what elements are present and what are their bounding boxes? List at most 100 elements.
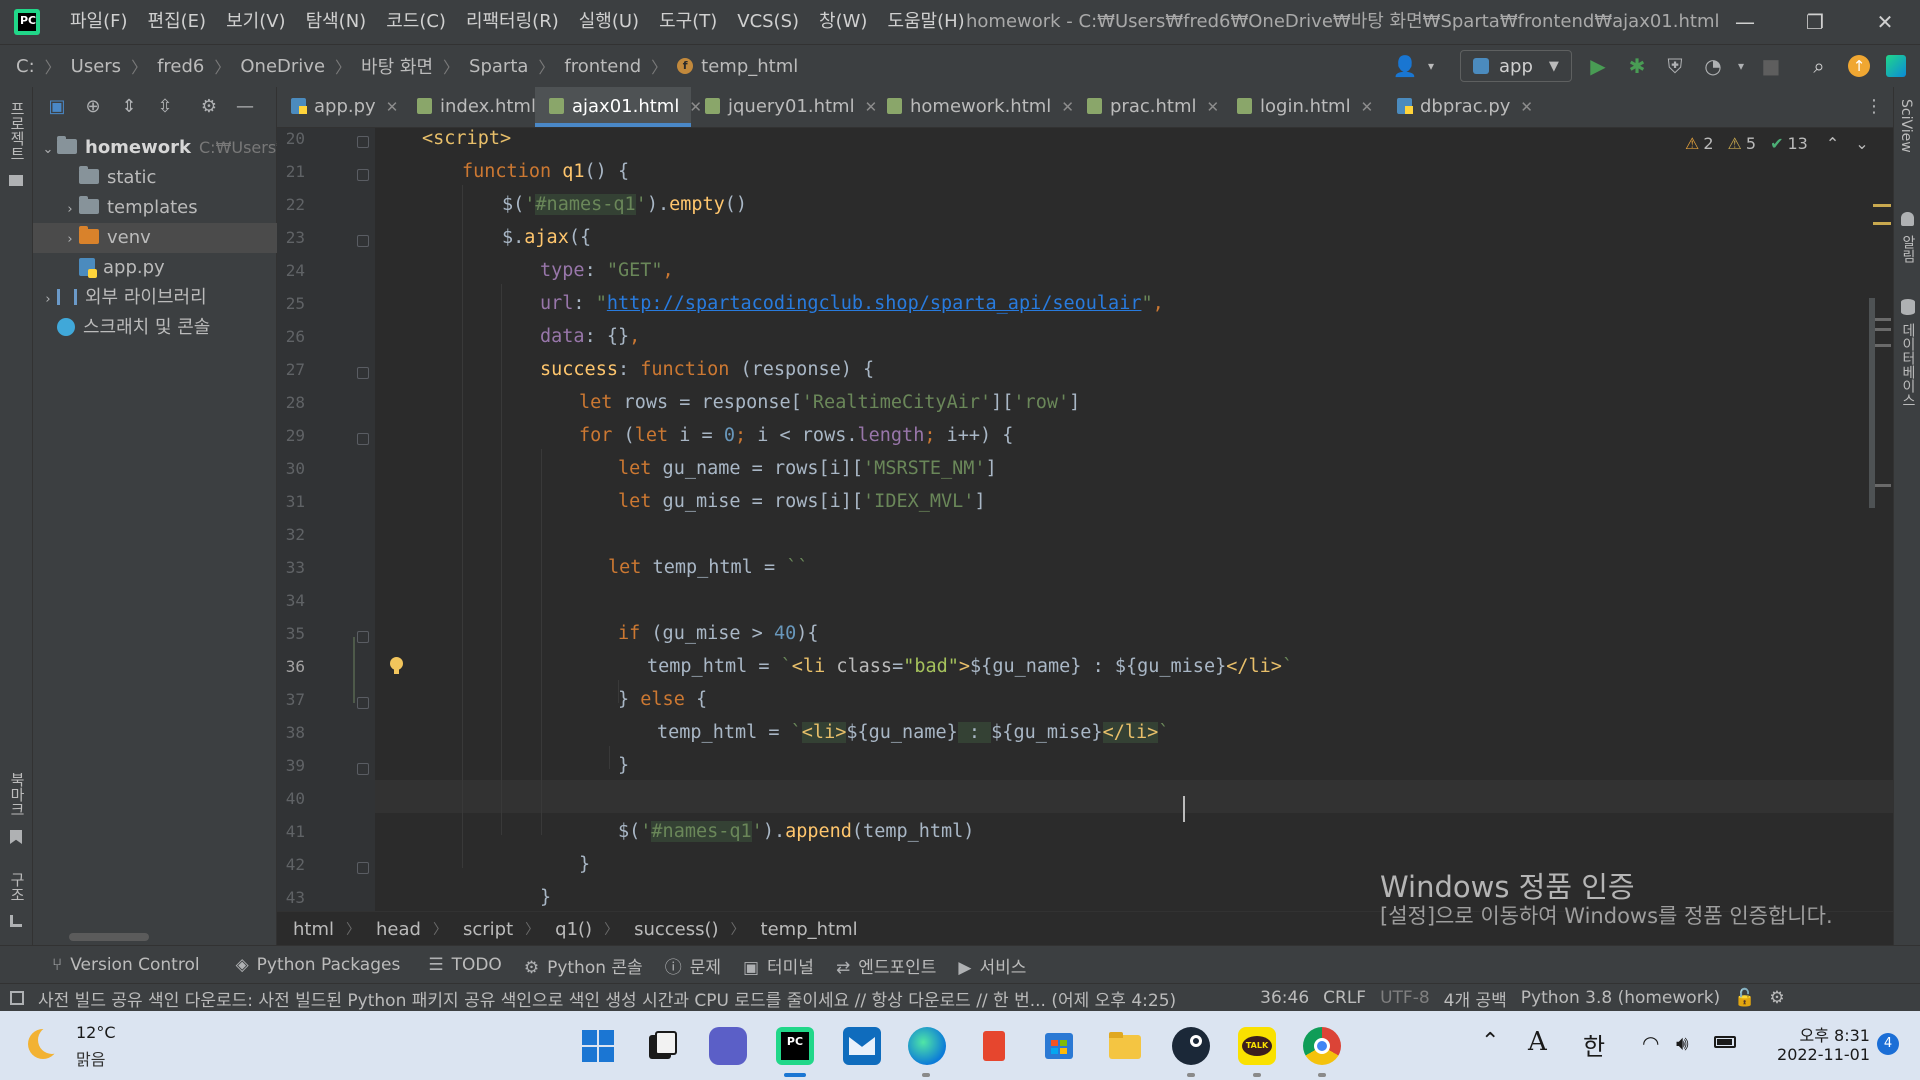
steam-icon[interactable] [1172,1027,1210,1065]
code-line[interactable]: let temp_html = `` [608,551,809,584]
edge-icon[interactable] [908,1027,946,1065]
inspection-widget[interactable]: ⚠ 2 ⚠ 5 ✔ 13 ⌃ ⌄ [1685,134,1869,153]
menu-code[interactable]: 코드(C) [376,0,456,44]
menu-file[interactable]: 파일(F) [60,0,138,44]
notification-badge[interactable]: 4 [1877,1033,1899,1055]
todo-button[interactable]: ☰ TODO [428,955,502,975]
sciview-tool-button[interactable]: SciView [1898,99,1914,153]
fold-marker-icon[interactable] [357,367,369,379]
jetbrains-toolbox-icon[interactable] [1886,55,1906,77]
indent-setting[interactable]: 4개 공백 [1444,986,1507,1011]
python-packages-button[interactable]: ◈ Python Packages [236,955,401,975]
code-line[interactable]: } [579,848,590,881]
locate-icon[interactable]: ⊕ [81,95,105,119]
tree-item-6[interactable]: › 외부 라이브러리 [33,283,282,313]
menu-window[interactable]: 창(W) [809,0,877,44]
battery-icon[interactable] [1714,1036,1736,1048]
python-interpreter[interactable]: Python 3.8 (homework) [1521,988,1720,1008]
menu-tools[interactable]: 도구(T) [649,0,727,44]
weather-description[interactable]: 맑음 [76,1046,105,1070]
fold-marker-icon[interactable] [357,136,369,148]
fold-marker-icon[interactable] [357,763,369,775]
hide-panel-icon[interactable]: — [233,95,257,119]
tab-app-py[interactable]: app.py ✕ [277,87,417,127]
code-line[interactable]: $('#names-q1').append(temp_html) [618,815,974,848]
update-icon[interactable]: ↑ [1848,55,1870,77]
code-crumb-html[interactable]: html [277,919,346,940]
code-line[interactable]: $('#names-q1').empty() [502,188,747,221]
file-explorer-icon[interactable] [1106,1027,1144,1065]
breadcrumb-frontend[interactable]: frontend [564,56,641,77]
warning-mark[interactable] [1873,222,1891,225]
chevron-right-icon[interactable]: › [61,195,79,225]
gear-icon[interactable]: ⚙ [197,95,221,119]
bookmarks-tool-button[interactable]: 북마크 [7,772,28,817]
code-crumb-function[interactable]: q1() [539,919,604,940]
fold-marker-icon[interactable] [357,169,369,181]
ime-mode[interactable]: A [1528,1027,1547,1057]
database-tool-button[interactable]: 데이터베이스 [1898,323,1918,407]
code-line[interactable]: function q1() { [462,155,629,188]
chevron-down-icon[interactable]: ▾ [1418,53,1444,79]
settings-icon[interactable]: ⚙ [1769,988,1784,1008]
more-tabs-icon[interactable]: ⋮ [1865,96,1883,117]
volume-icon[interactable]: 🔊︎ [1676,1031,1689,1055]
clock-date[interactable]: 2022-11-01 [1762,1045,1870,1064]
wifi-icon[interactable]: ◠ [1642,1031,1659,1055]
clock-time[interactable]: 오후 8:31 [1766,1022,1870,1046]
search-icon[interactable]: ⌕ [1806,53,1832,79]
warning-mark[interactable] [1873,204,1891,207]
notifications-tool-button[interactable]: 알림 [1898,235,1918,263]
python-console-button[interactable]: ⚙ Python 콘솔 [524,953,643,978]
previous-highlight-icon[interactable]: ⌃ [1826,134,1839,153]
collapse-all-icon[interactable]: ⇳ [153,95,177,119]
mail-icon[interactable] [843,1027,881,1065]
breadcrumb-desktop[interactable]: 바탕 화면 [361,53,433,79]
code-crumb-script[interactable]: script [447,919,525,940]
code-crumb-variable[interactable]: temp_html [745,919,870,940]
problems-button[interactable]: ⓘ 문제 [665,953,721,978]
code-line[interactable]: temp_html = `<li>${gu_name} : ${gu_mise}… [657,716,1169,749]
expand-all-icon[interactable]: ⇕ [117,95,141,119]
breadcrumb-users[interactable]: Users [71,56,121,77]
chevron-right-icon[interactable]: › [61,225,79,255]
code-line[interactable]: } [618,749,629,782]
horizontal-scrollbar[interactable] [69,933,149,941]
endpoints-button[interactable]: ⇄ 엔드포인트 [836,953,936,978]
weather-temperature[interactable]: 12°C [76,1023,116,1042]
code-line[interactable]: type: "GET", [540,254,674,287]
moon-icon[interactable] [28,1026,66,1059]
status-message[interactable]: 사전 빌드 공유 색인 다운로드: 사전 빌드된 Python 패키지 공유 색… [38,986,1176,1011]
fold-marker-icon[interactable] [357,235,369,247]
office-icon[interactable] [975,1027,1013,1065]
fold-marker-icon[interactable] [357,862,369,874]
code-line[interactable]: data: {}, [540,320,640,353]
tree-item-3[interactable]: › templates [33,193,304,223]
status-panel-icon[interactable] [10,991,24,1005]
tab-homework-html[interactable]: homework.html ✕ [873,87,1087,127]
code-line[interactable]: if (gu_mise > 40){ [618,617,819,650]
line-separator[interactable]: CRLF [1323,988,1366,1008]
breadcrumb-user[interactable]: fred6 [157,56,204,77]
menu-vcs[interactable]: VCS(S) [727,0,809,44]
project-view-icon[interactable]: ▣ [45,95,69,119]
kakaotalk-icon[interactable]: TALK [1238,1027,1276,1065]
breadcrumb-onedrive[interactable]: OneDrive [240,56,325,77]
breadcrumb-symbol[interactable]: temp_html [701,56,798,77]
tab-index-html[interactable]: index.html✕ [403,87,559,127]
menu-navigate[interactable]: 탐색(N) [296,0,377,44]
tab-dbprac-py[interactable]: dbprac.py ✕ [1383,87,1541,127]
stop-icon[interactable]: ■ [1758,53,1784,79]
menu-view[interactable]: 보기(V) [216,0,295,44]
lock-icon[interactable]: 🔓 [1734,988,1755,1008]
tree-item-7[interactable]: 스크래치 및 콘솔 [33,313,282,343]
tab-jquery01-html[interactable]: jquery01.html ✕ [691,87,887,127]
code-line[interactable]: } [540,881,551,914]
fold-marker-icon[interactable] [357,631,369,643]
info-mark[interactable] [1873,344,1891,347]
ime-language[interactable]: 한 [1583,1027,1605,1062]
services-button[interactable]: ▶ 서비스 [958,953,1026,978]
teams-chat-icon[interactable] [709,1027,747,1065]
tree-item-4[interactable]: › venv [33,223,304,253]
run-configuration-select[interactable]: app ▼ [1460,50,1572,82]
